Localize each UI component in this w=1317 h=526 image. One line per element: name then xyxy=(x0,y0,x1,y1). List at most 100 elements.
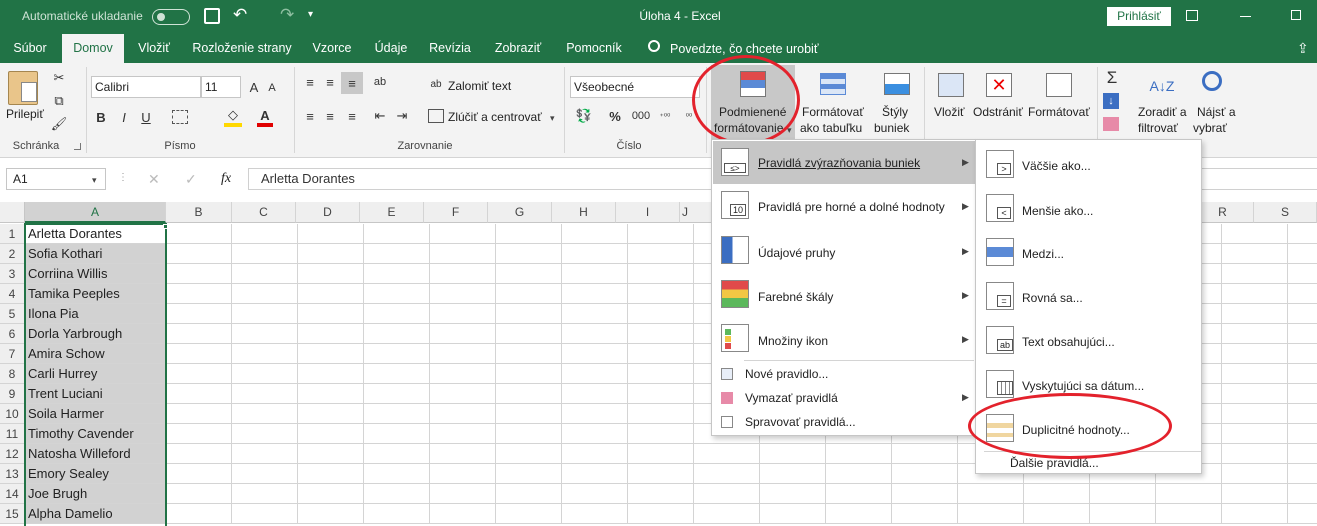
tellme-input[interactable]: Povedzte, čo chcete urobiť xyxy=(670,42,819,56)
delete-cells-button[interactable]: Odstrániť xyxy=(973,105,1023,119)
menu-item-clear-rules[interactable]: Vymazať pravidlá xyxy=(745,391,838,405)
row-header[interactable]: 12 xyxy=(0,444,25,464)
minimize-icon[interactable] xyxy=(1240,16,1251,17)
cell-a[interactable]: Dorla Yarbrough xyxy=(25,324,166,344)
menu-item-less-than[interactable]: Menšie ako... xyxy=(1022,204,1093,218)
cell-a[interactable]: Tamika Peeples xyxy=(25,284,166,304)
bold-icon[interactable]: B xyxy=(94,109,108,125)
sort-filter-button[interactable]: Zoradiť a xyxy=(1138,105,1187,119)
row-header[interactable]: 15 xyxy=(0,504,25,524)
restore-icon[interactable] xyxy=(1291,10,1301,20)
cell-a[interactable]: Soila Harmer xyxy=(25,404,166,424)
row-header[interactable]: 13 xyxy=(0,464,25,484)
number-format-select[interactable]: Všeobecné xyxy=(570,76,700,98)
find-select-button[interactable]: Nájsť a xyxy=(1197,105,1236,119)
undo-icon[interactable]: ↶ xyxy=(233,5,247,25)
delete-cells-icon[interactable]: ✕ xyxy=(986,73,1012,97)
font-name-select[interactable]: Calibri xyxy=(91,76,201,98)
accounting-format-icon[interactable]: 💱 xyxy=(573,108,595,124)
copy-icon[interactable]: ⧉ xyxy=(50,92,68,110)
column-header-s[interactable]: S xyxy=(1254,202,1317,223)
insert-cells-button[interactable]: Vložiť xyxy=(934,105,965,119)
select-all-corner[interactable] xyxy=(0,202,25,223)
tab-page-layout[interactable]: Rozloženie strany xyxy=(190,34,294,63)
cut-icon[interactable]: ✂ xyxy=(50,69,68,87)
insert-function-icon[interactable]: fx xyxy=(221,171,231,187)
name-box[interactable]: A1 xyxy=(6,168,106,190)
tab-home[interactable]: Domov xyxy=(62,34,124,63)
menu-item-icon-sets[interactable]: Množiny ikon xyxy=(758,334,828,348)
signin-button[interactable]: Prihlásiť xyxy=(1107,7,1171,26)
menu-item-date-occurring[interactable]: Vyskytujúci sa dátum... xyxy=(1022,379,1144,393)
cell-a[interactable]: Emory Sealey xyxy=(25,464,166,484)
menu-item-between[interactable]: Medzi... xyxy=(1022,247,1064,261)
row-header[interactable]: 7 xyxy=(0,344,25,364)
row-header[interactable]: 5 xyxy=(0,304,25,324)
cell-styles-icon[interactable] xyxy=(884,73,910,95)
row-header[interactable]: 10 xyxy=(0,404,25,424)
format-cells-button[interactable]: Formátovať xyxy=(1028,105,1090,119)
percent-icon[interactable]: % xyxy=(607,108,623,124)
menu-item-color-scales[interactable]: Farebné škály xyxy=(758,290,833,304)
fill-handle[interactable] xyxy=(163,224,168,229)
fill-color-icon[interactable]: ◇ xyxy=(224,107,242,127)
find-select-icon[interactable] xyxy=(1202,71,1222,91)
merge-center-button[interactable]: Zlúčiť a centrovať xyxy=(448,110,542,124)
merge-dropdown-icon[interactable]: ▾ xyxy=(550,113,555,124)
sort-filter-icon[interactable]: A↓Z xyxy=(1148,73,1176,99)
empty-cells-row[interactable] xyxy=(166,504,1317,524)
dialog-launcher-icon[interactable] xyxy=(74,143,81,150)
paste-button[interactable]: Prilepiť xyxy=(6,107,44,121)
column-header-a[interactable]: A xyxy=(25,202,166,223)
name-box-dropdown-icon[interactable]: ▾ xyxy=(92,175,97,186)
tab-help[interactable]: Pomocník xyxy=(560,34,628,63)
cell-a[interactable]: Amira Schow xyxy=(25,344,166,364)
empty-cells-row[interactable] xyxy=(166,484,1317,504)
wrap-text-icon[interactable]: ab xyxy=(428,76,444,92)
cell-a[interactable]: Arletta Dorantes xyxy=(25,224,166,244)
column-header-d[interactable]: D xyxy=(296,202,360,223)
cancel-icon[interactable]: ✕ xyxy=(148,171,160,188)
increase-decimal-icon[interactable]: ⁺⁰⁰ xyxy=(656,108,674,124)
menu-item-manage-rules[interactable]: Spravovať pravidlá... xyxy=(745,415,856,429)
menu-item-top-bottom-rules[interactable]: Pravidlá pre horné a dolné hodnoty xyxy=(758,200,945,214)
format-as-table-button[interactable]: Formátovať xyxy=(802,105,864,119)
paste-icon[interactable] xyxy=(8,71,38,105)
save-icon[interactable] xyxy=(204,8,220,24)
menu-item-equal-to[interactable]: Rovná sa... xyxy=(1022,291,1083,305)
clear-icon[interactable] xyxy=(1103,117,1119,131)
cell-a[interactable]: Ilona Pia xyxy=(25,304,166,324)
ribbon-display-icon[interactable] xyxy=(1186,10,1198,21)
tellme-icon[interactable] xyxy=(648,40,660,52)
tab-review[interactable]: Revízia xyxy=(424,34,476,63)
font-color-icon[interactable]: A xyxy=(257,107,273,127)
menu-item-greater-than[interactable]: Väčšie ako... xyxy=(1022,159,1091,173)
autosave-toggle[interactable] xyxy=(152,9,190,25)
format-cells-icon[interactable] xyxy=(1046,73,1072,97)
menu-item-new-rule[interactable]: Nové pravidlo... xyxy=(745,367,828,381)
row-header[interactable]: 14 xyxy=(0,484,25,504)
tab-data[interactable]: Údaje xyxy=(368,34,414,63)
cell-a[interactable]: Timothy Cavender xyxy=(25,424,166,444)
font-size-select[interactable]: 11 xyxy=(201,76,241,98)
fill-icon[interactable]: ↓ xyxy=(1103,93,1119,109)
column-header-b[interactable]: B xyxy=(166,202,232,223)
wrap-text-button[interactable]: Zalomiť text xyxy=(448,79,511,93)
cell-a[interactable]: Sofia Kothari xyxy=(25,244,166,264)
share-icon[interactable]: ⇪ xyxy=(1297,40,1309,57)
grow-font-icon[interactable]: A xyxy=(246,78,262,96)
row-header[interactable]: 8 xyxy=(0,364,25,384)
align-middle-icon[interactable]: ≡ xyxy=(321,74,339,90)
align-left-icon[interactable]: ≡ xyxy=(301,108,319,124)
row-header[interactable]: 3 xyxy=(0,264,25,284)
row-header[interactable]: 6 xyxy=(0,324,25,344)
cell-a[interactable]: Trent Luciani xyxy=(25,384,166,404)
cell-a[interactable]: Alpha Damelio xyxy=(25,504,166,524)
row-header[interactable]: 2 xyxy=(0,244,25,264)
align-center-icon[interactable]: ≡ xyxy=(321,108,339,124)
redo-icon[interactable]: ↷ xyxy=(280,5,294,25)
cell-styles-button[interactable]: Štýly xyxy=(882,105,908,119)
shrink-font-icon[interactable]: A xyxy=(265,80,279,96)
insert-cells-icon[interactable] xyxy=(938,73,964,97)
cell-a[interactable]: Joe Brugh xyxy=(25,484,166,504)
